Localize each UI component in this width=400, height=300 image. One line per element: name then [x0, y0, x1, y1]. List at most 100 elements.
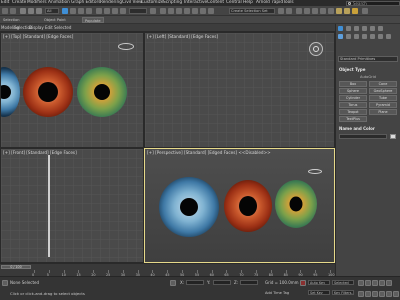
- modify-tab-icon[interactable]: [346, 26, 351, 31]
- sphere-button[interactable]: Sphere: [339, 88, 367, 94]
- snaps-toggle-icon[interactable]: [176, 8, 182, 14]
- object-type-rollout[interactable]: Object Type: [337, 67, 399, 73]
- window-crossing-icon[interactable]: [86, 8, 92, 14]
- teapot-button[interactable]: Teapot: [339, 109, 367, 115]
- systems-category-icon[interactable]: [386, 34, 391, 39]
- select-by-name-icon[interactable]: [70, 8, 76, 14]
- orbit-icon[interactable]: [386, 291, 392, 297]
- create-tab-icon[interactable]: [338, 26, 343, 31]
- geosphere-button[interactable]: GeoSphere: [369, 88, 397, 94]
- edit-named-selection-icon[interactable]: [208, 8, 214, 14]
- select-object-icon[interactable]: [62, 8, 68, 14]
- tab-display[interactable]: Display: [29, 24, 44, 32]
- spacewarps-category-icon[interactable]: [378, 34, 383, 39]
- align-icon[interactable]: [286, 8, 292, 14]
- helpers-category-icon[interactable]: [370, 34, 375, 39]
- ribbon-populate-button[interactable]: Populate: [82, 17, 104, 23]
- ribbon-object-paint-button[interactable]: Object Paint: [42, 17, 68, 23]
- light-gizmo-icon[interactable]: [308, 169, 322, 174]
- schematic-view-icon[interactable]: [320, 8, 326, 14]
- viewport-front-label[interactable]: [+] [Front] [Standard] [Edge Faces]: [3, 150, 77, 155]
- move-icon[interactable]: [96, 8, 102, 14]
- redo-icon[interactable]: [10, 8, 16, 14]
- time-slider[interactable]: 0 / 100: [1, 265, 31, 269]
- undo-icon[interactable]: [2, 8, 8, 14]
- object-name-field[interactable]: [339, 134, 387, 139]
- percent-snap-icon[interactable]: [192, 8, 198, 14]
- textplus-button[interactable]: TextPlus: [339, 116, 367, 122]
- cone-button[interactable]: Cone: [369, 81, 397, 87]
- geometry-category-icon[interactable]: [338, 34, 343, 39]
- placement-icon[interactable]: [120, 8, 126, 14]
- tab-edit-selected[interactable]: Edit Selected: [45, 24, 71, 32]
- curve-editor-icon[interactable]: [312, 8, 318, 14]
- y-coordinate-field[interactable]: [213, 280, 231, 285]
- set-key-button[interactable]: Set Key: [308, 290, 330, 295]
- go-to-end-icon[interactable]: [386, 280, 392, 286]
- unlink-icon[interactable]: [28, 8, 34, 14]
- cylinder-button[interactable]: Cylinder: [339, 95, 367, 101]
- motion-tab-icon[interactable]: [362, 26, 367, 31]
- render-setup-icon[interactable]: [336, 8, 342, 14]
- ribbon-selection-button[interactable]: Selection: [1, 17, 22, 23]
- material-editor-icon[interactable]: [328, 8, 334, 14]
- bind-spacewarp-icon[interactable]: [36, 8, 42, 14]
- pan-view-icon[interactable]: [379, 291, 385, 297]
- play-icon[interactable]: [372, 280, 378, 286]
- viewport-perspective[interactable]: [+] [Perspective] [Standard] [Edged Face…: [144, 148, 335, 263]
- x-coordinate-field[interactable]: [186, 280, 204, 285]
- viewport-left[interactable]: [+] [Left] [Standard] [Edge Faces]: [144, 32, 335, 148]
- select-manipulate-icon[interactable]: [160, 8, 166, 14]
- primitive-category-dropdown[interactable]: Standard Primitives: [338, 56, 398, 62]
- utilities-tab-icon[interactable]: [378, 26, 383, 31]
- angle-snap-icon[interactable]: [184, 8, 190, 14]
- name-and-color-rollout[interactable]: Name and Color: [337, 126, 399, 132]
- zoom-extents-icon[interactable]: [372, 291, 378, 297]
- selected-dropdown[interactable]: Selected: [332, 280, 354, 285]
- cameras-category-icon[interactable]: [362, 34, 367, 39]
- maximize-viewport-icon[interactable]: [393, 291, 399, 297]
- spinner-snap-icon[interactable]: [200, 8, 206, 14]
- pivot-center-icon[interactable]: [150, 8, 156, 14]
- layer-explorer-icon[interactable]: [304, 8, 310, 14]
- rectangular-selection-icon[interactable]: [78, 8, 84, 14]
- next-frame-icon[interactable]: [379, 280, 385, 286]
- pyramid-button[interactable]: Pyramid: [369, 102, 397, 108]
- named-selection-dropdown[interactable]: Create Selection Set: [229, 8, 275, 14]
- rotate-icon[interactable]: [104, 8, 110, 14]
- auto-key-button[interactable]: Auto Key: [308, 280, 330, 285]
- mirror-icon[interactable]: [278, 8, 284, 14]
- scene-explorer-icon[interactable]: [296, 8, 302, 14]
- previous-frame-icon[interactable]: [365, 280, 371, 286]
- viewport-perspective-label[interactable]: [+] [Perspective] [Standard] [Edged Face…: [147, 150, 271, 155]
- scale-icon[interactable]: [112, 8, 118, 14]
- render-production-icon[interactable]: [352, 8, 358, 14]
- plane-button[interactable]: Plane: [369, 109, 397, 115]
- reference-coordinate-dropdown[interactable]: [129, 8, 147, 14]
- box-button[interactable]: Box: [339, 81, 367, 87]
- go-to-start-icon[interactable]: [358, 280, 364, 286]
- selection-filter-dropdown[interactable]: All: [45, 8, 59, 14]
- maxscript-listener-icon[interactable]: [2, 280, 8, 286]
- viewport-left-label[interactable]: [+] [Left] [Standard] [Edge Faces]: [147, 34, 218, 39]
- object-color-swatch[interactable]: [390, 134, 396, 139]
- viewport-front[interactable]: [+] [Front] [Standard] [Edge Faces]: [0, 148, 144, 263]
- shapes-category-icon[interactable]: [346, 34, 351, 39]
- lights-category-icon[interactable]: [354, 34, 359, 39]
- display-tab-icon[interactable]: [370, 26, 375, 31]
- rendered-frame-window-icon[interactable]: [344, 8, 350, 14]
- hierarchy-tab-icon[interactable]: [354, 26, 359, 31]
- record-key-icon[interactable]: [300, 280, 306, 286]
- viewcube-icon[interactable]: [309, 42, 323, 56]
- tube-button[interactable]: Tube: [369, 95, 397, 101]
- search-input[interactable]: Search: [346, 0, 400, 6]
- light-gizmo-icon[interactable]: [118, 43, 134, 50]
- torus-button[interactable]: Torus: [339, 102, 367, 108]
- autogrid-checkbox[interactable]: AutoGrid: [360, 75, 376, 79]
- zoom-icon[interactable]: [358, 291, 364, 297]
- z-coordinate-field[interactable]: [240, 280, 258, 285]
- link-icon[interactable]: [20, 8, 26, 14]
- timeline[interactable]: 0 / 100 0 5 10 15 20 25 30 35 40 45 50 55 60 65 70 75 80…: [0, 263, 335, 277]
- add-time-tag[interactable]: Add Time Tag: [265, 291, 289, 295]
- zoom-all-icon[interactable]: [365, 291, 371, 297]
